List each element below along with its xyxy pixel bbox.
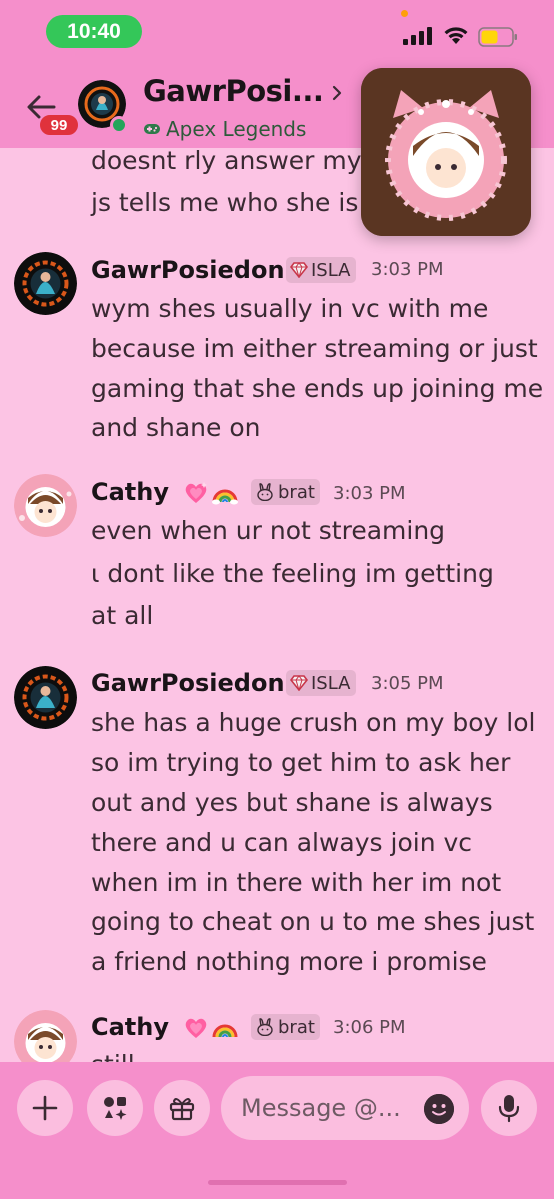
rabbit-icon xyxy=(257,483,273,501)
user-avatar[interactable] xyxy=(14,666,77,729)
gem-icon xyxy=(290,262,308,278)
sparkling-heart-icon xyxy=(185,482,207,503)
message-list[interactable]: doesnt rly answer my js tells me who she… xyxy=(0,148,554,1062)
emoji-icon xyxy=(424,1094,454,1124)
message-line: at all xyxy=(91,601,154,630)
gem-icon xyxy=(290,675,308,691)
plus-icon xyxy=(32,1095,58,1121)
message-line: still xyxy=(91,1050,135,1062)
message-line: because im either streaming or just xyxy=(91,334,538,363)
microphone-icon xyxy=(498,1095,520,1123)
user-avatar[interactable] xyxy=(14,474,77,537)
message-line: when im in there with her im not xyxy=(91,868,502,897)
role-tag-label: brat xyxy=(278,1016,315,1038)
apps-icon xyxy=(104,1097,127,1120)
message-line: doesnt rly answer my xyxy=(91,148,362,175)
role-tag: brat xyxy=(251,479,320,505)
role-tag: brat xyxy=(251,1014,320,1040)
apps-button[interactable] xyxy=(87,1080,143,1136)
sparkling-heart-icon xyxy=(185,1018,207,1038)
pip-avatar-art xyxy=(361,68,531,236)
status-time: 10:40 xyxy=(46,15,142,48)
message-line: going to cheat on u to me shes just xyxy=(91,907,535,936)
role-tag-label: brat xyxy=(278,481,315,503)
battery-icon xyxy=(478,27,517,47)
rabbit-icon xyxy=(257,1018,273,1036)
message-line: ι dont like the feeling im getting xyxy=(91,559,494,588)
message-author[interactable]: Cathy xyxy=(91,1013,169,1041)
role-tag: ISLA xyxy=(286,670,356,696)
rainbow-icon xyxy=(212,489,238,505)
gift-button[interactable] xyxy=(154,1080,210,1136)
message-line: a friend nothing more i promise xyxy=(91,947,487,976)
message-timestamp: 3:05 PM xyxy=(371,673,444,694)
message-author[interactable]: Cathy xyxy=(91,478,169,506)
role-tag: ISLA xyxy=(286,257,356,283)
message-line: even when ur not streaming xyxy=(91,516,446,545)
message-author[interactable]: GawrPosiedon xyxy=(91,669,285,697)
home-indicator xyxy=(208,1180,347,1185)
unread-count-badge: 99 xyxy=(38,113,80,137)
rainbow-icon xyxy=(212,1024,238,1038)
message-timestamp: 3:03 PM xyxy=(371,259,444,280)
gamepad-icon xyxy=(144,124,160,134)
message-line: she has a huge crush on my boy lol xyxy=(91,708,536,737)
add-attachment-button[interactable] xyxy=(17,1080,73,1136)
message-line: so im trying to get him to ask her xyxy=(91,748,511,777)
wifi-icon xyxy=(444,27,468,44)
message-timestamp: 3:03 PM xyxy=(333,483,406,504)
message-line: js tells me who she is xyxy=(91,188,359,217)
message-line: and shane on xyxy=(91,413,261,442)
picture-in-picture-video[interactable] xyxy=(361,68,531,236)
privacy-indicator-dot xyxy=(401,10,408,17)
channel-name[interactable]: GawrPosi... xyxy=(143,74,324,108)
gift-icon xyxy=(169,1098,195,1121)
message-author[interactable]: GawrPosiedon xyxy=(91,256,285,284)
role-tag-label: ISLA xyxy=(311,259,351,281)
voice-message-button[interactable] xyxy=(481,1080,537,1136)
message-composer xyxy=(0,1062,554,1199)
online-status-dot xyxy=(110,116,128,134)
user-avatar[interactable] xyxy=(14,252,77,315)
role-tag-label: ISLA xyxy=(311,672,351,694)
header-activity: Apex Legends xyxy=(166,117,307,141)
cellular-signal-icon xyxy=(403,27,432,45)
chevron-right-icon[interactable] xyxy=(330,84,344,102)
user-avatar[interactable] xyxy=(14,1010,77,1062)
message-line: there and u can always join vc xyxy=(91,828,473,857)
status-bar: 10:40 xyxy=(0,0,554,70)
message-line: gaming that she ends up joining me xyxy=(91,374,544,403)
message-timestamp: 3:06 PM xyxy=(333,1017,406,1038)
emoji-button[interactable] xyxy=(424,1094,454,1124)
message-line: wym shes usually in vc with me xyxy=(91,294,489,323)
message-line: out and yes but shane is always xyxy=(91,788,493,817)
